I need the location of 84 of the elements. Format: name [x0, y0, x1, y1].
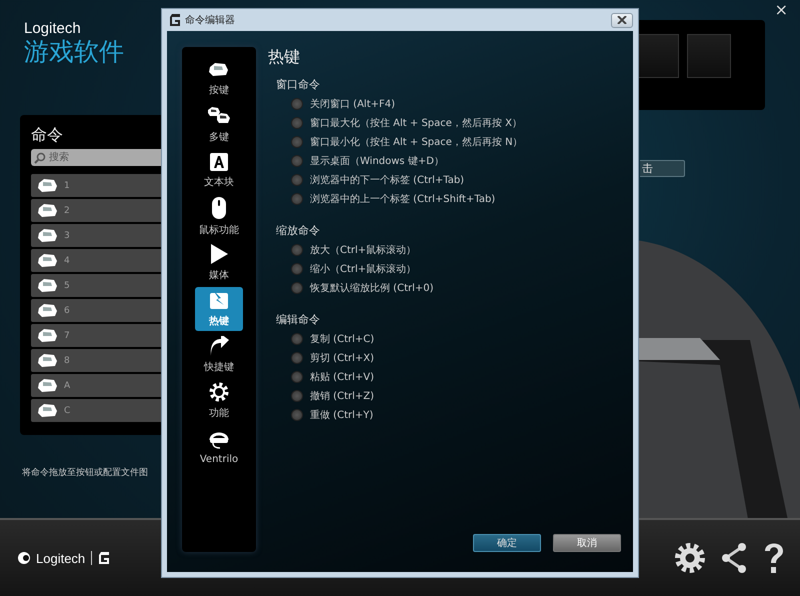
radio-button[interactable]	[291, 244, 303, 256]
key-icon	[36, 302, 60, 320]
close-button[interactable]	[611, 12, 633, 28]
option-label[interactable]: 浏览器中的下一个标签 (Ctrl+Tab)	[310, 172, 464, 186]
help-icon[interactable]	[762, 541, 786, 575]
option-label[interactable]: 重做 (Ctrl+Y)	[310, 408, 374, 422]
action-button[interactable]: 击	[640, 160, 685, 177]
radio-button[interactable]	[291, 98, 303, 110]
key-icon	[36, 326, 60, 344]
radio-button[interactable]	[291, 154, 303, 166]
option-label[interactable]: 缩小（Ctrl+鼠标滚动）	[310, 262, 416, 276]
option-label[interactable]: 显示桌面（Windows 键+D）	[310, 154, 444, 168]
command-label: 4	[64, 256, 70, 266]
category-tab[interactable]: 按键	[195, 57, 243, 101]
headset-icon	[209, 430, 229, 450]
radio-button[interactable]	[291, 136, 303, 148]
window-title: 命令编辑器	[185, 14, 235, 27]
option-label[interactable]: 恢复默认缩放比例 (Ctrl+0)	[310, 280, 434, 294]
option-label[interactable]: 粘贴 (Ctrl+V)	[310, 370, 374, 384]
option-label[interactable]: 浏览器中的上一个标签 (Ctrl+Shift+Tab)	[310, 192, 496, 206]
key-icon	[207, 61, 231, 79]
command-label: C	[64, 406, 70, 416]
logitech-logo: Logitech	[16, 550, 110, 566]
command-label: A	[64, 380, 70, 390]
category-tab[interactable]: 鼠标功能	[195, 195, 243, 239]
category-tab[interactable]: 媒体	[195, 241, 243, 285]
radio-button[interactable]	[291, 192, 303, 204]
category-tab[interactable]: 多键	[195, 103, 243, 147]
radio-button[interactable]	[291, 408, 303, 420]
command-label: 8	[64, 356, 70, 366]
option-label[interactable]: 撤销 (Ctrl+Z)	[310, 388, 374, 402]
category-tab[interactable]: 快捷键	[195, 333, 243, 377]
gear-icon	[209, 382, 229, 402]
key-icon	[36, 202, 60, 220]
radio-button[interactable]	[291, 370, 303, 382]
group-title: 窗口命令	[276, 77, 321, 93]
key-icon	[36, 352, 60, 370]
section-heading: 热键	[268, 47, 301, 67]
group-title: 编辑命令	[276, 312, 321, 328]
hint-text: 将命令拖放至按钮或配置文件图	[22, 466, 148, 479]
close-button[interactable]: ×	[770, 0, 792, 19]
radio-button[interactable]	[291, 262, 303, 274]
radio-button[interactable]	[291, 352, 303, 364]
mouse-icon	[212, 197, 226, 219]
option-label[interactable]: 窗口最大化（按住 Alt + Space，然后再按 X）	[310, 116, 522, 130]
radio-button[interactable]	[291, 174, 303, 186]
category-tab[interactable]: 功能	[195, 379, 243, 423]
key-icon	[36, 176, 60, 194]
close-icon	[617, 16, 627, 24]
g-logo-icon	[169, 13, 181, 27]
command-label: 1	[64, 180, 70, 190]
app-title: 游戏软件	[24, 37, 124, 67]
key-icon	[36, 376, 60, 394]
key-icon	[36, 226, 60, 244]
radio-button[interactable]	[291, 390, 303, 402]
option-label[interactable]: 放大（Ctrl+鼠标滚动）	[310, 242, 416, 256]
command-label: 5	[64, 280, 70, 290]
command-label: 6	[64, 306, 70, 316]
panel-title: 命令	[31, 124, 64, 146]
category-tab[interactable]: 热键	[195, 287, 243, 331]
two-keys-icon	[207, 106, 231, 126]
letter-block-icon	[210, 153, 228, 171]
cancel-button[interactable]: 取消	[553, 534, 621, 552]
option-label[interactable]: 窗口最小化（按住 Alt + Space，然后再按 N）	[310, 134, 523, 148]
option-label[interactable]: 关闭窗口 (Alt+F4)	[310, 96, 396, 110]
radio-button[interactable]	[291, 116, 303, 128]
key-icon	[36, 402, 60, 420]
settings-icon[interactable]	[674, 542, 706, 574]
lightning-key-icon	[209, 290, 229, 310]
play-icon	[210, 244, 228, 264]
command-label: 7	[64, 330, 70, 340]
ok-button[interactable]: 确定	[473, 534, 541, 552]
key-icon	[36, 276, 60, 294]
brand-name: Logitech	[24, 20, 81, 37]
category-tab[interactable]: Ventrilo	[195, 425, 243, 469]
group-title: 缩放命令	[276, 223, 321, 239]
option-label[interactable]: 剪切 (Ctrl+X)	[310, 350, 374, 364]
radio-button[interactable]	[291, 332, 303, 344]
command-label: 2	[64, 206, 70, 216]
key-icon	[36, 252, 60, 270]
category-tab[interactable]: 文本块	[195, 149, 243, 193]
option-label[interactable]: 复制 (Ctrl+C)	[310, 332, 374, 346]
radio-button[interactable]	[291, 282, 303, 294]
command-label: 3	[64, 230, 70, 240]
